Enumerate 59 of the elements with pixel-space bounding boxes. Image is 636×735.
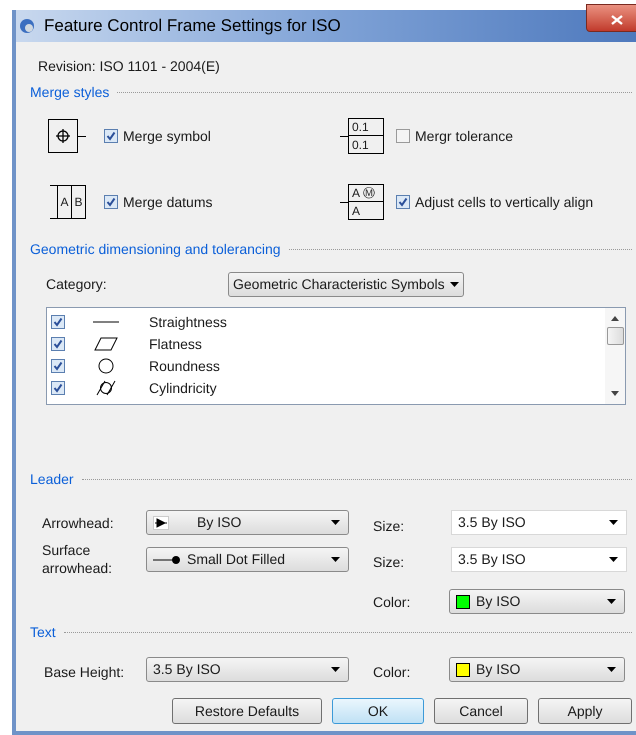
window-title: Feature Control Frame Settings for ISO bbox=[44, 15, 341, 38]
field-label: Color: bbox=[373, 662, 412, 680]
list-item[interactable]: Straightness bbox=[47, 311, 605, 333]
dropdown[interactable]: 3.5 By ISO bbox=[451, 510, 627, 535]
dot-line-icon bbox=[153, 554, 181, 564]
checkbox[interactable] bbox=[104, 129, 118, 143]
dropdown[interactable]: By ISO bbox=[449, 589, 625, 614]
scroll-thumb[interactable] bbox=[606, 327, 624, 345]
checkbox[interactable] bbox=[51, 315, 65, 329]
field-label: Size: bbox=[373, 553, 406, 571]
section-heading: Text bbox=[30, 623, 56, 642]
field-label: Base Height: bbox=[44, 662, 126, 680]
dialog-button[interactable]: OK bbox=[332, 698, 424, 724]
arrowhead-icon bbox=[153, 516, 169, 530]
checkbox[interactable] bbox=[51, 381, 65, 395]
dialog-button[interactable]: Apply bbox=[538, 698, 632, 724]
checkbox[interactable] bbox=[51, 359, 65, 373]
checkbox-label[interactable]: Adjust cells to vertically align bbox=[415, 192, 594, 212]
caret-icon bbox=[450, 282, 459, 287]
checkbox[interactable] bbox=[104, 195, 118, 209]
list-item[interactable]: Flatness bbox=[47, 333, 605, 355]
dropdown[interactable]: 3.5 By ISO bbox=[146, 657, 349, 682]
checkbox[interactable] bbox=[396, 129, 410, 143]
caret-icon bbox=[607, 599, 616, 604]
caret-icon bbox=[331, 557, 340, 562]
checkbox-label[interactable]: Merge symbol bbox=[123, 126, 211, 146]
section-heading: Leader bbox=[30, 470, 74, 489]
list-item[interactable]: Cylindricity bbox=[47, 377, 605, 399]
caret-icon bbox=[607, 667, 616, 672]
revision-text: Revision: ISO 1101 - 2004(E) bbox=[38, 57, 221, 76]
dropdown[interactable]: Small Dot Filled bbox=[146, 547, 349, 572]
field-label: Color: bbox=[373, 592, 412, 610]
field-label: Size: bbox=[373, 516, 406, 534]
field-label: Surface arrowhead: bbox=[42, 541, 114, 577]
dropdown[interactable]: By ISO bbox=[146, 510, 349, 535]
checkbox-label[interactable]: Mergr tolerance bbox=[415, 126, 514, 146]
dropdown[interactable]: By ISO bbox=[449, 657, 625, 682]
scroll-down-icon[interactable] bbox=[611, 391, 619, 396]
caret-icon bbox=[609, 557, 618, 562]
dialog-button[interactable]: Restore Defaults bbox=[172, 698, 322, 724]
dropdown[interactable]: 3.5 By ISO bbox=[451, 547, 627, 572]
scrollbar[interactable] bbox=[605, 308, 625, 404]
category-dropdown[interactable]: Geometric Characteristic Symbols bbox=[228, 272, 464, 297]
dialog-button[interactable]: Cancel bbox=[434, 698, 528, 724]
caret-icon bbox=[609, 520, 618, 525]
checkbox-label[interactable]: Merge datums bbox=[123, 192, 212, 212]
scroll-up-icon[interactable] bbox=[611, 316, 619, 321]
section-heading: Geometric dimensioning and tolerancing bbox=[30, 240, 281, 259]
app-icon bbox=[18, 17, 36, 35]
checkbox[interactable] bbox=[51, 337, 65, 351]
checkbox[interactable] bbox=[396, 195, 410, 209]
field-label: Category: bbox=[46, 275, 108, 294]
caret-icon bbox=[331, 667, 340, 672]
close-icon bbox=[611, 15, 623, 25]
field-label: Arrowhead: bbox=[42, 514, 115, 532]
list-item[interactable]: Roundness bbox=[47, 355, 605, 377]
section-heading: Merge styles bbox=[30, 83, 110, 102]
caret-icon bbox=[331, 520, 340, 525]
close-button[interactable] bbox=[586, 4, 636, 32]
